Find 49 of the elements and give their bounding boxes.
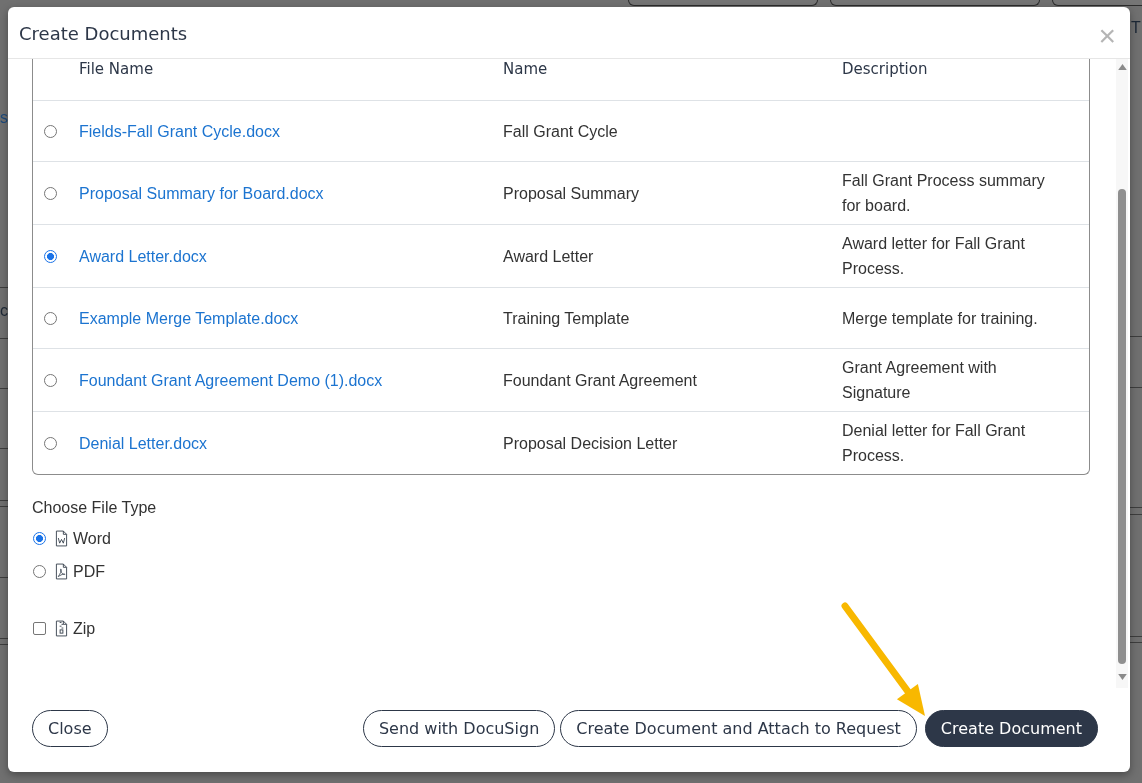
scrollbar-thumb[interactable] <box>1118 189 1126 664</box>
radio-button[interactable] <box>44 311 57 325</box>
table-cell-text: Award letter for Fall Grant Process. <box>842 234 1026 279</box>
zip-file-icon <box>55 620 68 637</box>
table-cell-text: Award Letter <box>503 246 594 267</box>
background-text: T <box>1131 20 1141 36</box>
table-cell-text: Foundant Grant Agreement <box>503 370 697 391</box>
scroll-down-arrow-icon[interactable] <box>1117 674 1127 680</box>
table-cell-text: Grant Agreement with Signature <box>842 358 998 403</box>
scroll-up-arrow-icon[interactable] <box>1117 64 1127 70</box>
word-file-icon <box>55 530 68 547</box>
outline-button[interactable]: Close <box>32 710 108 747</box>
radio-button[interactable] <box>33 565 46 578</box>
dialog-title: Create Documents <box>19 23 188 44</box>
file-name-link[interactable]: Fields-Fall Grant Cycle.docx <box>79 118 280 144</box>
radio-button[interactable] <box>44 124 57 138</box>
option-label[interactable]: Zip <box>73 618 96 639</box>
table-cell-text: Denial letter for Fall Grant Process. <box>842 421 1027 466</box>
column-header: Description <box>842 60 928 78</box>
radio-button[interactable] <box>44 373 57 387</box>
table-cell-text: Fall Grant Process summary for board. <box>842 171 1046 216</box>
primary-button[interactable]: Create Document <box>924 710 1098 747</box>
option-label[interactable]: PDF <box>73 561 105 582</box>
table-cell-text: Merge template for training. <box>842 308 1038 329</box>
outline-button[interactable]: Send with DocuSign <box>362 710 556 747</box>
file-name-link[interactable]: Award Letter.docx <box>79 243 207 269</box>
column-header: File Name <box>79 60 154 78</box>
option-label[interactable]: Word <box>73 528 111 549</box>
file-name-link[interactable]: Example Merge Template.docx <box>79 305 299 331</box>
outline-button[interactable]: Create Document and Attach to Request <box>560 710 917 747</box>
pdf-file-icon <box>55 563 68 580</box>
checkbox[interactable] <box>33 622 46 635</box>
radio-button[interactable] <box>44 186 57 200</box>
background-text: s <box>0 110 8 126</box>
table-cell-text: Training Template <box>503 308 630 329</box>
radio-button[interactable] <box>44 249 57 263</box>
arrow-icon <box>841 602 926 717</box>
radio-button[interactable] <box>33 532 46 545</box>
table-cell-text: Fall Grant Cycle <box>503 121 618 142</box>
column-header: Name <box>503 60 548 78</box>
table-cell-text: Proposal Decision Letter <box>503 433 678 454</box>
file-name-link[interactable]: Proposal Summary for Board.docx <box>79 180 324 206</box>
section-label: Choose File Type <box>32 498 157 518</box>
background-text: c <box>0 303 8 319</box>
file-name-link[interactable]: Denial Letter.docx <box>79 430 208 456</box>
radio-button[interactable] <box>44 436 57 450</box>
file-name-link[interactable]: Foundant Grant Agreement Demo (1).docx <box>79 367 383 393</box>
vertical-scrollbar[interactable] <box>1116 59 1128 688</box>
table-cell-text: Proposal Summary <box>503 183 640 204</box>
